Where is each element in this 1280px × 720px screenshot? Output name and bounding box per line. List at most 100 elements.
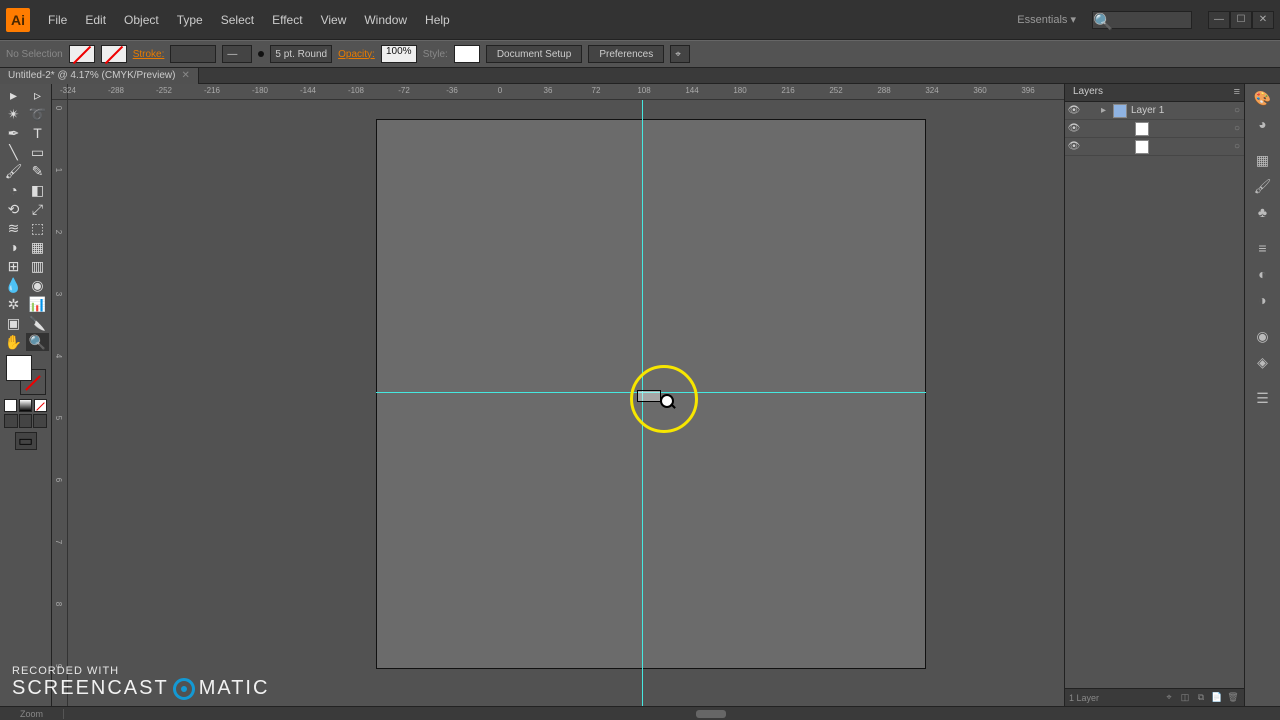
document-tab-close-icon[interactable]: ✕ — [181, 70, 189, 81]
pen-tool[interactable]: ✒ — [2, 124, 25, 142]
opacity-link[interactable]: Opacity: — [338, 49, 375, 60]
document-setup-button[interactable]: Document Setup — [486, 45, 583, 63]
type-tool[interactable]: T — [26, 124, 49, 142]
variable-width-dropdown[interactable]: — — [222, 45, 252, 63]
fill-color-box[interactable] — [6, 355, 32, 381]
pencil-tool[interactable]: ✎ — [26, 162, 49, 180]
zoom-tool[interactable]: 🔍 — [26, 333, 49, 351]
layer-name-label[interactable]: Layer 1 — [1129, 105, 1230, 116]
horizontal-scrollbar[interactable] — [64, 709, 1280, 719]
color-mode-chip[interactable] — [4, 399, 17, 412]
new-sublayer-icon[interactable]: ⧉ — [1194, 691, 1208, 705]
column-graph-tool[interactable]: 📊 — [26, 295, 49, 313]
menu-item-effect[interactable]: Effect — [264, 9, 310, 31]
menu-item-select[interactable]: Select — [213, 9, 262, 31]
target-icon[interactable]: ○ — [1230, 141, 1244, 152]
gradient-panel-icon[interactable]: ◐ — [1247, 262, 1279, 286]
layers-panel-icon[interactable]: ☰ — [1247, 386, 1279, 410]
visibility-toggle-icon[interactable]: 👁 — [1065, 123, 1083, 134]
magic-wand-tool[interactable]: ✴ — [2, 105, 25, 123]
layer-row[interactable]: 👁○ — [1065, 138, 1244, 156]
stroke-weight-dropdown[interactable] — [170, 45, 216, 63]
draw-inside-icon[interactable] — [33, 414, 47, 428]
perspective-tool[interactable]: ▦ — [26, 238, 49, 256]
zoom-status[interactable]: Zoom — [0, 709, 64, 719]
target-icon[interactable]: ○ — [1230, 123, 1244, 134]
align-to-dropdown[interactable]: ⌖ — [670, 45, 690, 63]
swatches-panel-icon[interactable]: ▦ — [1247, 148, 1279, 172]
canvas[interactable]: -324-288-252-216-180-144-108-72-36036721… — [52, 84, 1064, 706]
scale-tool[interactable]: ⤢ — [26, 200, 49, 218]
make-clip-icon[interactable]: ◫ — [1178, 691, 1192, 705]
artboard-tool[interactable]: ▣ — [2, 314, 25, 332]
selection-tool[interactable]: ▸ — [2, 86, 25, 104]
target-icon[interactable]: ○ — [1230, 105, 1244, 116]
new-layer-icon[interactable]: 📄 — [1210, 691, 1224, 705]
delete-layer-icon[interactable]: 🗑 — [1226, 691, 1240, 705]
line-tool[interactable]: ╲ — [2, 143, 25, 161]
layer-row[interactable]: 👁▸Layer 1○ — [1065, 102, 1244, 120]
width-tool[interactable]: ≋ — [2, 219, 25, 237]
stroke-link[interactable]: Stroke: — [133, 49, 165, 60]
brush-dot-icon — [258, 51, 264, 57]
menu-item-object[interactable]: Object — [116, 9, 167, 31]
draw-behind-icon[interactable] — [19, 414, 33, 428]
brush-dropdown[interactable]: 5 pt. Round — [270, 45, 332, 63]
screen-mode-button[interactable]: ▭ — [15, 432, 37, 450]
paintbrush-tool[interactable]: 🖌 — [2, 162, 25, 180]
workspace-switcher[interactable]: Essentials ▾ — [1009, 10, 1084, 29]
eyedropper-tool[interactable]: 💧 — [2, 276, 25, 294]
ruler-horizontal[interactable]: -324-288-252-216-180-144-108-72-36036721… — [68, 84, 1064, 100]
menu-item-view[interactable]: View — [313, 9, 355, 31]
free-transform-tool[interactable]: ⬚ — [26, 219, 49, 237]
gradient-tool[interactable]: ▥ — [26, 257, 49, 275]
blend-tool[interactable]: ◉ — [26, 276, 49, 294]
search-input[interactable]: 🔍 — [1092, 11, 1192, 29]
direct-selection-tool[interactable]: ▹ — [26, 86, 49, 104]
close-button[interactable]: ✕ — [1252, 11, 1274, 29]
panel-menu-icon[interactable]: ≡ — [1234, 86, 1240, 98]
fill-stroke-control[interactable] — [6, 355, 46, 395]
symbol-sprayer-tool[interactable]: ✲ — [2, 295, 25, 313]
locate-layer-icon[interactable]: ⌖ — [1162, 691, 1176, 705]
opacity-input[interactable]: 100% — [381, 45, 417, 63]
shape-builder-tool[interactable]: ◑ — [2, 238, 25, 256]
mesh-tool[interactable]: ⊞ — [2, 257, 25, 275]
menu-item-help[interactable]: Help — [417, 9, 458, 31]
visibility-toggle-icon[interactable]: 👁 — [1065, 105, 1083, 116]
fill-swatch[interactable] — [69, 45, 95, 63]
eraser-tool[interactable]: ◧ — [26, 181, 49, 199]
transparency-panel-icon[interactable]: ◑ — [1247, 288, 1279, 312]
appearance-panel-icon[interactable]: ◉ — [1247, 324, 1279, 348]
menu-item-type[interactable]: Type — [169, 9, 211, 31]
menu-item-edit[interactable]: Edit — [77, 9, 114, 31]
symbols-panel-icon[interactable]: ♣ — [1247, 200, 1279, 224]
brushes-panel-icon[interactable]: 🖌 — [1247, 174, 1279, 198]
guide-vertical[interactable] — [642, 100, 643, 706]
draw-normal-icon[interactable] — [4, 414, 18, 428]
layer-row[interactable]: 👁○ — [1065, 120, 1244, 138]
graphic-styles-panel-icon[interactable]: ◈ — [1247, 350, 1279, 374]
slice-tool[interactable]: 🔪 — [26, 314, 49, 332]
menu-item-window[interactable]: Window — [356, 9, 415, 31]
style-swatch[interactable] — [454, 45, 480, 63]
maximize-button[interactable]: ☐ — [1230, 11, 1252, 29]
rectangle-tool[interactable]: ▭ — [26, 143, 49, 161]
layers-panel-header[interactable]: Layers ≡ — [1065, 84, 1244, 102]
document-tab[interactable]: Untitled-2* @ 4.17% (CMYK/Preview) ✕ — [0, 68, 199, 84]
menu-item-file[interactable]: File — [40, 9, 75, 31]
minimize-button[interactable]: — — [1208, 11, 1230, 29]
gradient-mode-chip[interactable] — [19, 399, 32, 412]
visibility-toggle-icon[interactable]: 👁 — [1065, 141, 1083, 152]
stroke-swatch[interactable] — [101, 45, 127, 63]
color-panel-icon[interactable]: 🎨 — [1247, 86, 1279, 110]
rotate-tool[interactable]: ⟲ — [2, 200, 25, 218]
blob-brush-tool[interactable]: ◔ — [2, 181, 25, 199]
none-mode-chip[interactable] — [34, 399, 47, 412]
preferences-button[interactable]: Preferences — [588, 45, 664, 63]
lasso-tool[interactable]: ➰ — [26, 105, 49, 123]
hand-tool[interactable]: ✋ — [2, 333, 25, 351]
ruler-vertical[interactable]: 0123456789 — [52, 100, 68, 706]
stroke-panel-icon[interactable]: ≡ — [1247, 236, 1279, 260]
color-guide-panel-icon[interactable]: ◕ — [1247, 112, 1279, 136]
